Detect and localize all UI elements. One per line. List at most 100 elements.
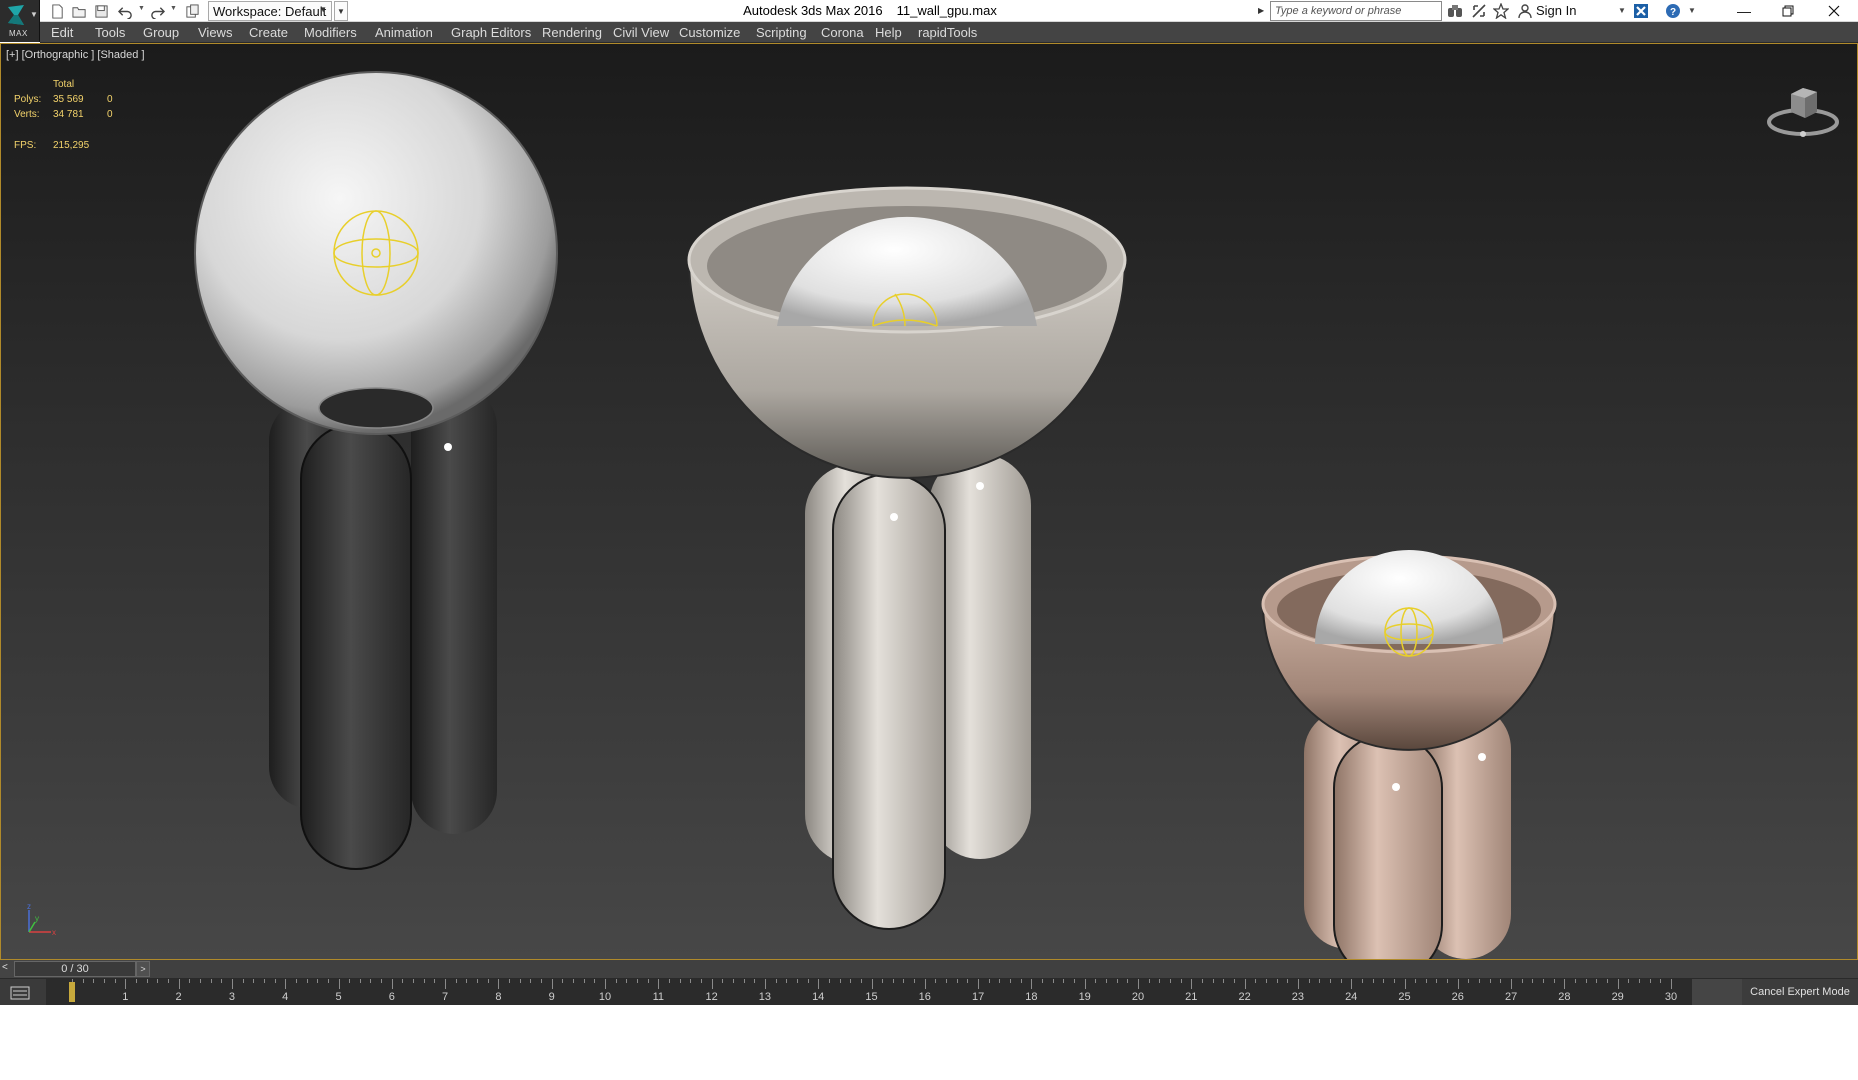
communication-center-icon	[1472, 4, 1486, 18]
next-frame-button[interactable]: >	[136, 961, 150, 977]
svg-text:z: z	[27, 902, 31, 911]
menu-edit[interactable]: Edit	[51, 25, 73, 40]
timeline-minor-tick	[274, 979, 276, 983]
timeline-tick-label: 5	[335, 991, 342, 1003]
sign-in-link[interactable]: Sign In	[1536, 3, 1576, 18]
timeline-tick-label: 2	[175, 991, 182, 1003]
timeline-minor-tick	[562, 979, 564, 983]
search-button[interactable]	[1446, 2, 1464, 20]
menu-help[interactable]: Help	[875, 25, 902, 40]
perspective-viewport[interactable]: [+] [Orthographic ] [Shaded ] Total Poly…	[0, 43, 1858, 960]
timeline-minor-tick	[1383, 979, 1385, 983]
stats-verts-total: 34 781	[53, 109, 84, 120]
timeline-tick-label: 10	[598, 991, 612, 1003]
timeline-minor-tick	[402, 979, 404, 983]
open-mini-curve-editor-button[interactable]	[0, 979, 40, 1006]
timeline-tick	[658, 979, 660, 989]
timeline-minor-tick	[1372, 979, 1374, 983]
x-exchange-icon	[1634, 4, 1648, 18]
timeline-tick	[1617, 979, 1619, 989]
timeline-minor-tick	[647, 979, 649, 983]
timeline-minor-tick	[1308, 979, 1310, 983]
stats-fps-label: FPS:	[14, 140, 37, 151]
communication-center-button[interactable]	[1470, 2, 1488, 20]
timeline-minor-tick	[1361, 979, 1363, 983]
timeline-tick	[445, 979, 447, 989]
menu-scripting[interactable]: Scripting	[756, 25, 807, 40]
timeline-minor-tick	[1639, 979, 1641, 983]
favorites-button[interactable]	[1492, 2, 1510, 20]
timeline-minor-tick	[732, 979, 734, 983]
timeline-tick-label: 12	[705, 991, 718, 1003]
user-button[interactable]	[1516, 2, 1534, 20]
timeline-tick-label: 11	[652, 991, 665, 1003]
timeline-tick-label: 4	[282, 991, 289, 1003]
sign-in-dropdown-icon[interactable]: ▼	[1618, 6, 1626, 15]
time-slider-thumb[interactable]: 0 / 30	[14, 961, 136, 977]
user-icon	[1518, 4, 1532, 19]
timeline-minor-tick	[796, 979, 798, 983]
menu-animation[interactable]: Animation	[375, 25, 433, 40]
viewport-label-menu[interactable]: [+] [Orthographic ] [Shaded ]	[6, 49, 145, 61]
menu-rapidtools[interactable]: rapidTools	[918, 25, 977, 40]
menu-tools[interactable]: Tools	[95, 25, 125, 40]
restore-button[interactable]	[1766, 0, 1810, 22]
timeline-tick-label: 6	[388, 991, 395, 1003]
timeline-minor-tick	[199, 979, 201, 983]
timeline-minor-tick	[700, 979, 702, 983]
timeline-minor-tick	[1127, 979, 1129, 983]
menu-customize[interactable]: Customize	[679, 25, 740, 40]
timeline-tick	[1084, 979, 1086, 989]
menu-create[interactable]: Create	[249, 25, 288, 40]
timeline-ruler-end	[1692, 979, 1742, 1006]
timeline-minor-tick	[807, 979, 809, 983]
timeline-tick	[498, 979, 500, 989]
timeline-minor-tick	[1255, 979, 1257, 983]
autodesk-exchange-button[interactable]	[1632, 2, 1650, 20]
timeline-tick	[818, 979, 820, 989]
lamp-pink-stone-bowl[interactable]	[1261, 550, 1557, 959]
timeline-ruler[interactable]: 0123456789101112131415161718192021222324…	[46, 979, 1692, 1006]
lamp-dark-glass[interactable]	[194, 71, 558, 870]
menu-views[interactable]: Views	[198, 25, 232, 40]
time-slider-track[interactable]	[150, 960, 1858, 978]
timeline-minor-tick	[1649, 979, 1651, 983]
timeline-minor-tick	[1436, 979, 1438, 983]
binoculars-icon	[1448, 5, 1462, 17]
timeline-minor-tick	[690, 979, 692, 983]
timeline-tick-label: 16	[918, 991, 931, 1003]
menu-corona[interactable]: Corona	[821, 25, 864, 40]
timeline-minor-tick	[1447, 979, 1449, 983]
menu-graph-editors[interactable]: Graph Editors	[451, 25, 531, 40]
menu-group[interactable]: Group	[143, 25, 179, 40]
close-button[interactable]	[1812, 0, 1856, 22]
timeline-tick	[1138, 979, 1139, 989]
help-dropdown-icon[interactable]: ▼	[1688, 6, 1696, 15]
timeline-minor-tick	[1180, 979, 1182, 983]
timeline-minor-tick	[434, 979, 436, 983]
timeline-minor-tick	[114, 979, 116, 983]
help-button[interactable]: ?	[1664, 2, 1682, 20]
app-title: Autodesk 3ds Max 2016	[743, 3, 883, 18]
menu-civil-view[interactable]: Civil View	[613, 25, 669, 40]
timeline-minor-tick	[594, 979, 596, 983]
time-slider[interactable]: < 0 / 30 >	[0, 960, 1858, 978]
timeline-minor-tick	[359, 979, 361, 983]
cancel-expert-mode-button[interactable]: Cancel Expert Mode	[1742, 979, 1858, 1006]
menu-rendering[interactable]: Rendering	[542, 25, 602, 40]
search-input[interactable]: Type a keyword or phrase	[1270, 1, 1442, 21]
viewport-scene[interactable]	[1, 44, 1857, 959]
timeline-minor-tick	[775, 979, 777, 983]
viewcube-icon[interactable]	[1763, 72, 1843, 142]
search-expand-arrow-icon[interactable]: ▶	[1258, 3, 1268, 19]
timeline-tick	[551, 979, 553, 989]
lamp-light-stone-bowl[interactable]	[687, 186, 1127, 930]
minimize-button[interactable]: —	[1722, 0, 1766, 22]
timeline-minor-tick	[1095, 979, 1097, 983]
current-frame-marker[interactable]	[69, 982, 75, 1002]
timeline-minor-tick	[1052, 979, 1054, 983]
previous-frame-button[interactable]: <	[2, 962, 14, 976]
timeline-minor-tick	[1159, 979, 1161, 983]
menu-modifiers[interactable]: Modifiers	[304, 25, 357, 40]
application-button[interactable]: MAX ▼	[0, 0, 40, 42]
